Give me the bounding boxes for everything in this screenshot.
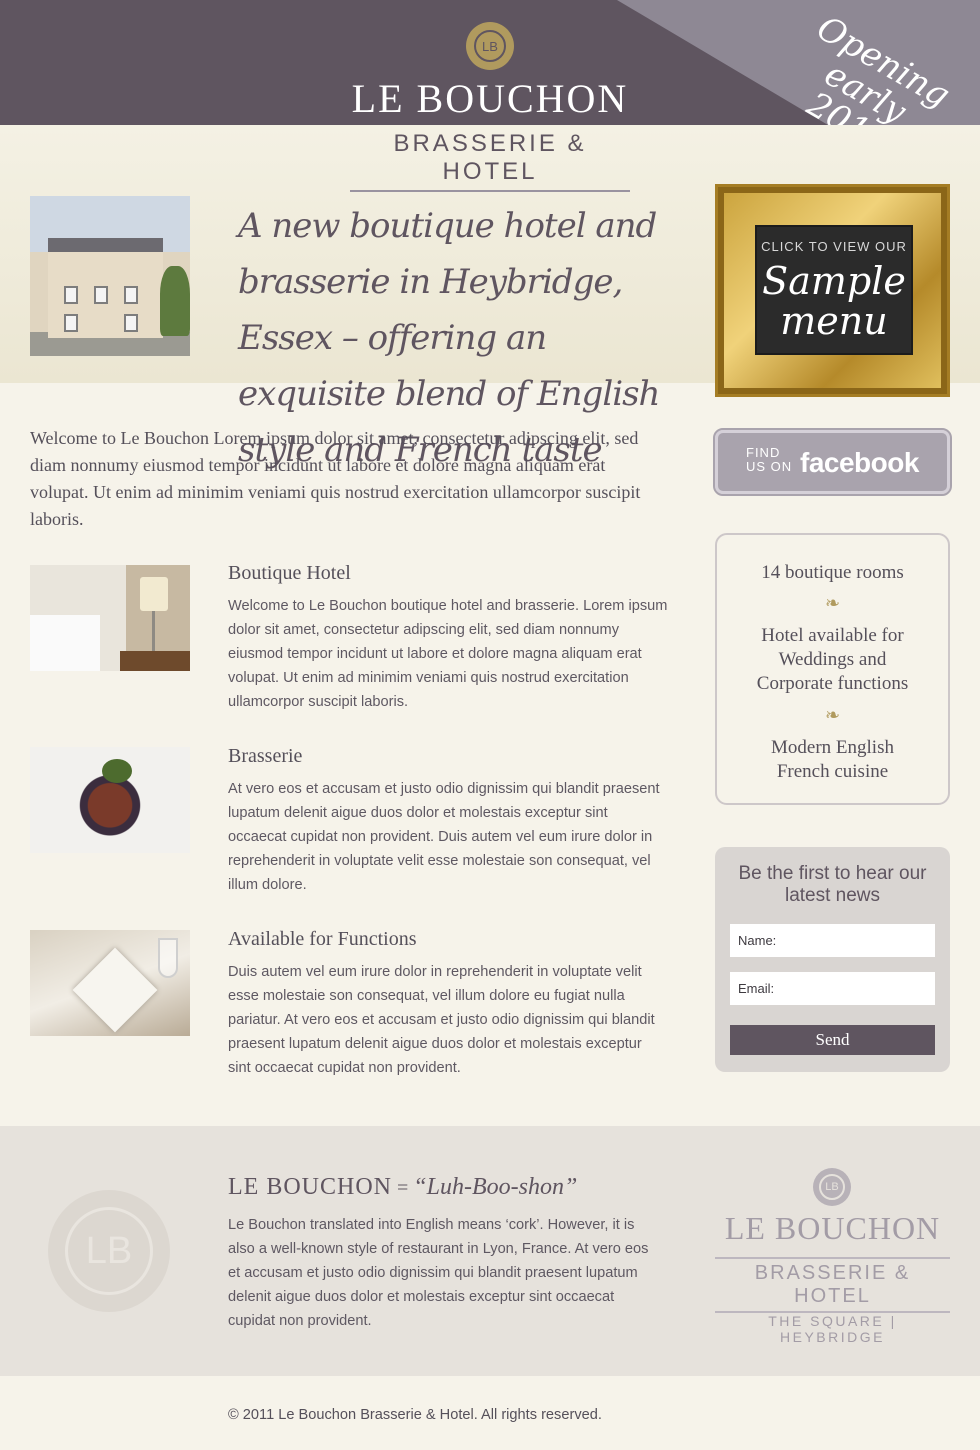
footer-body: Le Bouchon translated into English means… xyxy=(228,1217,649,1329)
logo-badge-text: LB xyxy=(474,30,506,62)
fleuron-icon: ❧ xyxy=(824,705,841,726)
section-body-brasserie: At vero eos et accusam et justo odio dig… xyxy=(228,781,660,893)
footer-heading-name: LE BOUCHON xyxy=(228,1174,392,1200)
section-title-brasserie: Brasserie xyxy=(228,745,303,767)
footer-heading-pronunciation: “Luh-Boo-shon” xyxy=(413,1174,578,1200)
lamp-pole-shape xyxy=(152,611,155,651)
chalkboard: CLICK TO VIEW OUR Sample menu xyxy=(755,225,913,355)
functions-table-photo xyxy=(30,930,190,1036)
facebook-logo-icon: facebook xyxy=(800,447,919,478)
lb-watermark-text: LB xyxy=(65,1207,153,1295)
hotel-building-photo xyxy=(30,196,190,356)
footer-badge-text: LB xyxy=(819,1174,845,1200)
footer-brand-name: LE BOUCHON xyxy=(724,1210,941,1246)
newsletter-box: Be the first to hear our latest news Sen… xyxy=(715,847,950,1072)
bed-shape xyxy=(30,615,100,671)
facebook-find-text: FIND US ON xyxy=(746,446,792,474)
napkin-shape xyxy=(72,947,158,1033)
window-shape xyxy=(124,314,138,332)
brand-name[interactable]: LE BOUCHON xyxy=(0,75,980,122)
send-button[interactable]: Send xyxy=(730,1025,935,1055)
section-title-functions: Available for Functions xyxy=(228,928,417,950)
name-field[interactable] xyxy=(730,924,935,957)
welcome-intro: Welcome to Le Bouchon Lorem ipsum dolor … xyxy=(30,428,641,529)
logo-badge-icon[interactable]: LB xyxy=(466,22,514,70)
facebook-find-line1: FIND xyxy=(746,445,781,460)
footer-brand-subtitle: BRASSERIE & HOTEL xyxy=(715,1257,950,1313)
lamp-shape xyxy=(140,577,168,611)
sample-menu-title-line2: menu xyxy=(780,299,888,343)
side-table-shape xyxy=(120,651,190,671)
sample-menu-button[interactable]: CLICK TO VIEW OUR Sample menu xyxy=(715,184,950,397)
footer-heading-equals: = xyxy=(392,1177,414,1199)
copyright-text: © 2011 Le Bouchon Brasserie & Hotel. All… xyxy=(228,1407,602,1423)
window-shape xyxy=(124,286,138,304)
newsletter-title: Be the first to hear our latest news xyxy=(738,863,927,906)
facebook-find-line2: US ON xyxy=(746,459,793,474)
feature-rooms: 14 boutique rooms xyxy=(761,562,904,583)
features-box: 14 boutique rooms ❧ Hotel available for … xyxy=(715,533,950,805)
footer-location: THE SQUARE | HEYBRIDGE xyxy=(768,1313,897,1345)
herb-garnish-shape xyxy=(102,759,132,783)
section-body-hotel: Welcome to Le Bouchon boutique hotel and… xyxy=(228,598,668,710)
wine-glass-shape xyxy=(158,938,178,978)
sample-menu-title-line1: Sample xyxy=(762,259,906,303)
section-body-functions: Duis autem vel eum irure dolor in repreh… xyxy=(228,964,655,1076)
feature-cuisine: Modern English French cuisine xyxy=(771,737,894,782)
sample-menu-title: Sample menu xyxy=(757,261,911,341)
window-shape xyxy=(94,286,108,304)
feature-weddings: Hotel available for Weddings and Corpora… xyxy=(756,625,909,694)
lb-watermark-icon: LB xyxy=(48,1190,170,1312)
window-shape xyxy=(64,314,78,332)
brasserie-dish-photo xyxy=(30,747,190,853)
footer-logo-badge-icon: LB xyxy=(813,1168,851,1206)
brand-subtitle: BRASSERIE & HOTEL xyxy=(350,130,630,192)
tree-shape xyxy=(160,266,190,336)
facebook-button[interactable]: FIND US ON facebook xyxy=(713,428,952,496)
sample-menu-caption: CLICK TO VIEW OUR xyxy=(761,239,907,254)
email-field[interactable] xyxy=(730,972,935,1005)
footer-heading: LE BOUCHON = “Luh-Boo-shon” xyxy=(228,1174,577,1201)
window-shape xyxy=(64,286,78,304)
fleuron-icon: ❧ xyxy=(824,593,841,614)
section-title-hotel: Boutique Hotel xyxy=(228,562,351,584)
hotel-room-photo xyxy=(30,565,190,671)
